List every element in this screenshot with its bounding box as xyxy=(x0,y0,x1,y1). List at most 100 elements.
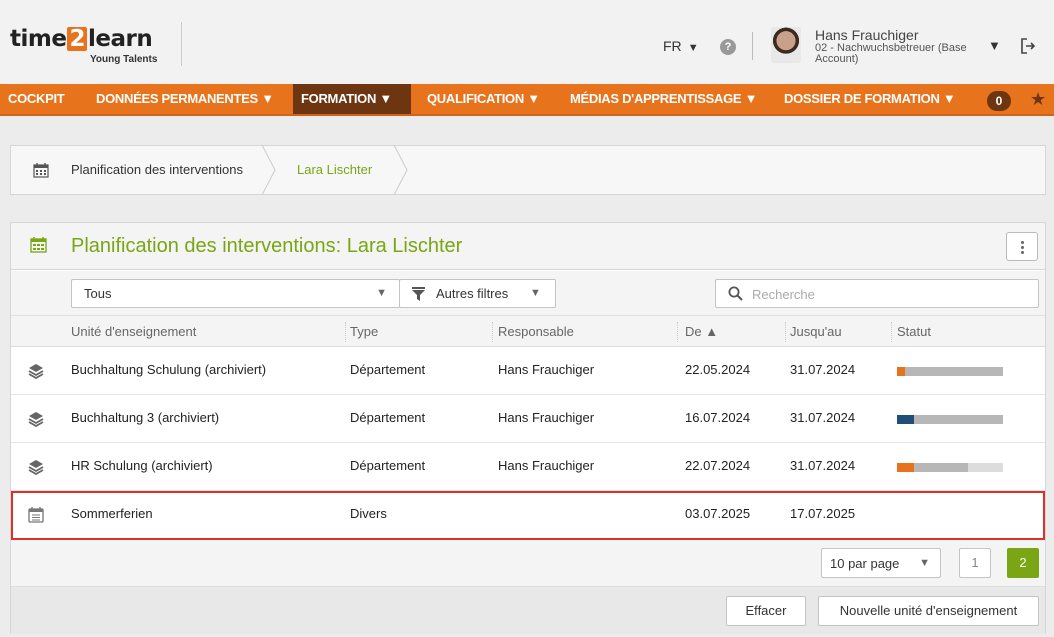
intervention-panel: Planification des interventions: Lara Li… xyxy=(10,222,1046,634)
more-filters-button[interactable]: Autres filtres ▼ xyxy=(399,279,556,308)
pagination-bar: 10 par page ▼ 1 2 xyxy=(11,540,1045,587)
table-header: Unité d'enseignement Type Responsable De… xyxy=(11,315,1045,347)
user-name[interactable]: Hans Frauchiger xyxy=(815,27,919,43)
per-page-select[interactable]: 10 par page ▼ xyxy=(821,548,941,578)
page-title: Planification des interventions: Lara Li… xyxy=(71,235,463,257)
nav-item-donnees-permanentes[interactable]: DONNÉES PERMANENTES ▼ xyxy=(88,84,282,114)
cell-from: 16.07.2024 xyxy=(685,410,751,425)
breadcrumb-separator xyxy=(261,145,276,195)
search-input[interactable] xyxy=(752,284,1022,304)
app-header: time 2 learn Young Talents FR ▼ ? Hans Fra… xyxy=(0,0,1054,84)
main-nav: COCKPIT DONNÉES PERMANENTES ▼ FORMATION … xyxy=(0,84,1054,116)
status-segment xyxy=(914,415,1003,424)
status-progress-bar xyxy=(897,415,1003,424)
calendar-icon xyxy=(28,507,44,523)
column-header-to[interactable]: Jusqu'au xyxy=(790,324,842,339)
column-divider xyxy=(677,322,678,342)
status-segment xyxy=(905,367,1003,376)
calendar-grid-icon xyxy=(33,163,49,178)
filter-bar: Tous ▼ Autres filtres ▼ xyxy=(11,271,1045,315)
status-segment xyxy=(897,415,914,424)
column-header-unit[interactable]: Unité d'enseignement xyxy=(71,324,196,339)
breadcrumb-item-current[interactable]: Lara Lischter xyxy=(297,162,372,177)
cell-type: Département xyxy=(350,458,426,473)
cell-to: 31.07.2024 xyxy=(790,458,856,473)
table-row[interactable]: HR Schulung (archiviert) Département Han… xyxy=(11,443,1045,491)
notification-badge[interactable]: 0 xyxy=(987,91,1011,111)
nav-item-cockpit[interactable]: COCKPIT xyxy=(0,84,72,114)
cell-unit: HR Schulung (archiviert) xyxy=(71,458,213,473)
cell-type: Divers xyxy=(350,506,387,521)
star-icon[interactable]: ★ xyxy=(1030,88,1046,110)
table-row[interactable]: Buchhaltung 3 (archiviert) Département H… xyxy=(11,395,1045,443)
scope-select-value: Tous xyxy=(84,286,112,301)
column-divider xyxy=(891,322,892,342)
logo-text-post: learn xyxy=(87,26,153,52)
logo-divider xyxy=(181,22,182,66)
search-box[interactable] xyxy=(715,279,1039,308)
breadcrumb-item-planification[interactable]: Planification des interventions xyxy=(71,162,261,177)
breadcrumb: Planification des interventions Lara Lis… xyxy=(10,145,1046,195)
column-header-responsible[interactable]: Responsable xyxy=(498,324,574,339)
panel-footer: Effacer Nouvelle unité d'enseignement xyxy=(11,587,1045,634)
cell-responsible: Hans Frauchiger xyxy=(498,362,595,377)
cell-responsible: Hans Frauchiger xyxy=(498,458,595,473)
more-filters-label: Autres filtres xyxy=(436,286,509,301)
language-selector[interactable]: FR ▼ xyxy=(663,38,699,54)
cell-unit: Buchhaltung 3 (archiviert) xyxy=(71,410,220,425)
cell-to: 31.07.2024 xyxy=(790,410,856,425)
logo-text-num: 2 xyxy=(67,26,87,52)
nav-item-dossier-formation[interactable]: DOSSIER DE FORMATION ▼ xyxy=(776,84,963,114)
caret-down-icon: ▼ xyxy=(684,42,699,54)
more-options-button[interactable] xyxy=(1006,232,1038,261)
app-logo[interactable]: time 2 learn Young Talents xyxy=(10,26,157,66)
cell-to: 17.07.2025 xyxy=(790,506,856,521)
cell-from: 03.07.2025 xyxy=(685,506,751,521)
cell-from: 22.07.2024 xyxy=(685,458,751,473)
nav-item-qualification[interactable]: QUALIFICATION ▼ xyxy=(419,84,548,114)
status-progress-bar xyxy=(897,367,1003,376)
column-divider xyxy=(345,322,346,342)
caret-down-icon: ▼ xyxy=(919,557,930,569)
status-segment xyxy=(897,367,905,376)
user-menu-caret-icon[interactable]: ▼ xyxy=(988,38,1001,53)
logout-icon[interactable] xyxy=(1020,37,1036,55)
panel-header: Planification des interventions: Lara Li… xyxy=(11,223,1045,270)
status-segment xyxy=(897,463,914,472)
question-circle-icon[interactable]: ? xyxy=(720,39,736,55)
avatar[interactable] xyxy=(771,27,801,63)
status-segment xyxy=(968,463,1003,472)
kebab-dot-icon xyxy=(1021,241,1024,244)
column-header-status[interactable]: Statut xyxy=(897,324,931,339)
cell-to: 31.07.2024 xyxy=(790,362,856,377)
new-unit-button[interactable]: Nouvelle unité d'enseignement xyxy=(818,596,1039,626)
column-header-from[interactable]: De ▲ xyxy=(685,324,718,339)
breadcrumb-separator-end xyxy=(393,145,408,195)
column-divider xyxy=(785,322,786,342)
language-label: FR xyxy=(663,38,682,54)
layers-icon xyxy=(28,412,44,427)
clear-button[interactable]: Effacer xyxy=(726,596,806,626)
kebab-dot-icon xyxy=(1021,251,1024,254)
cell-responsible: Hans Frauchiger xyxy=(498,410,595,425)
table-row[interactable]: Buchhaltung Schulung (archiviert) Départ… xyxy=(11,347,1045,395)
cell-unit: Buchhaltung Schulung (archiviert) xyxy=(71,362,267,377)
logo-subtitle: Young Talents xyxy=(90,54,158,65)
table-row-selected[interactable]: Sommerferien Divers 03.07.2025 17.07.202… xyxy=(11,491,1045,540)
logo-text-pre: time xyxy=(10,26,67,52)
nav-item-medias-apprentissage[interactable]: MÉDIAS D'APPRENTISSAGE ▼ xyxy=(562,84,765,114)
calendar-grid-icon xyxy=(30,237,47,253)
page-button-1[interactable]: 1 xyxy=(959,548,991,578)
user-role[interactable]: 02 - Nachwuchsbetreuer (Base Account) xyxy=(815,43,985,65)
filter-icon xyxy=(412,287,425,301)
page-button-2-current[interactable]: 2 xyxy=(1007,548,1039,578)
cell-from: 22.05.2024 xyxy=(685,362,751,377)
column-header-type[interactable]: Type xyxy=(350,324,378,339)
cell-type: Département xyxy=(350,410,426,425)
status-segment xyxy=(914,463,968,472)
kebab-dot-icon xyxy=(1021,246,1024,249)
nav-item-formation[interactable]: FORMATION ▼ xyxy=(293,84,411,114)
cell-unit: Sommerferien xyxy=(71,506,153,521)
scope-select[interactable]: Tous ▼ xyxy=(71,279,400,308)
per-page-value: 10 par page xyxy=(830,556,900,571)
